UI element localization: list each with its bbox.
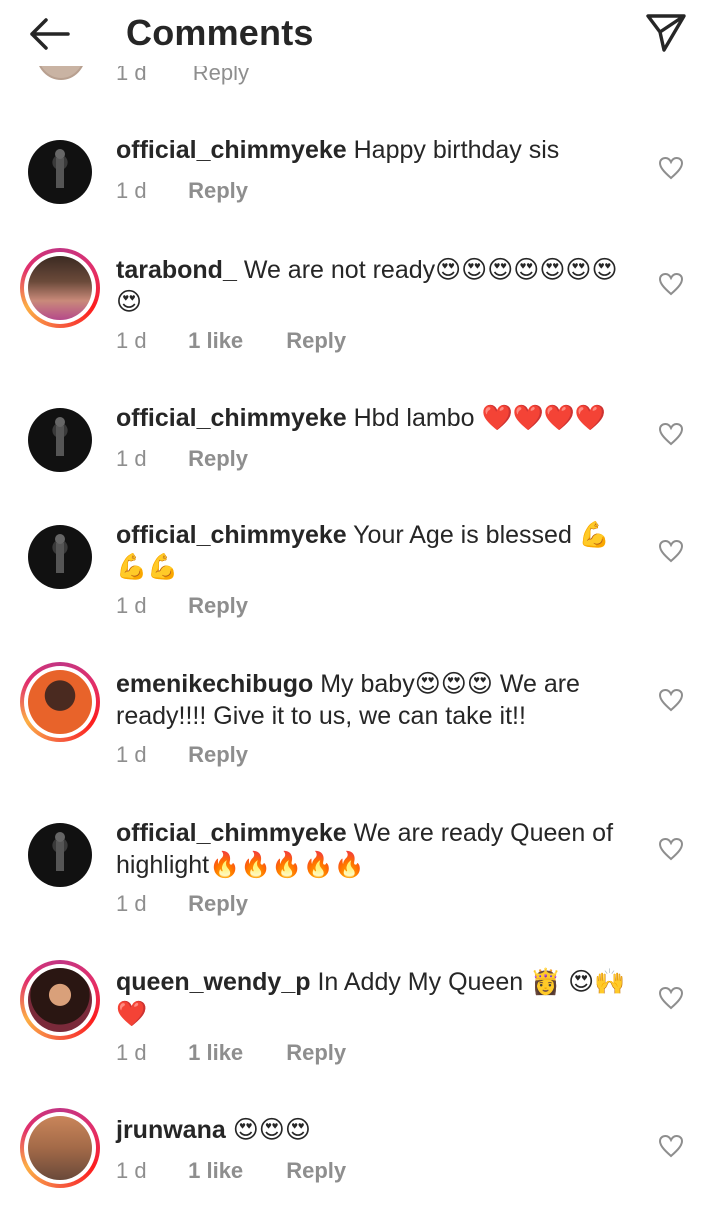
comment-username[interactable]: jrunwana	[116, 1116, 226, 1144]
heart-icon[interactable]	[658, 156, 684, 180]
comment-meta: 1 d 1 like Reply	[116, 1158, 346, 1184]
avatar[interactable]	[20, 662, 100, 742]
header-bar: Comments	[0, 0, 720, 66]
comment-time: 1 d	[116, 1040, 147, 1065]
comment-time: 1 d	[116, 446, 147, 471]
comment-message: Happy birthday sis	[353, 136, 560, 164]
comment-time: 1 d	[116, 742, 147, 767]
share-button[interactable]	[644, 10, 688, 54]
reply-link[interactable]: Reply	[188, 178, 248, 203]
heart-icon[interactable]	[658, 422, 684, 446]
reply-link[interactable]: Reply	[188, 891, 248, 916]
avatar[interactable]	[20, 248, 100, 328]
heart-icon[interactable]	[658, 272, 684, 296]
comment-time: 1 d	[116, 178, 147, 203]
comment-time: 1 d	[116, 593, 147, 618]
reply-link[interactable]: Reply	[188, 593, 248, 618]
comment-meta: 1 d Reply	[116, 446, 248, 472]
back-button[interactable]	[26, 14, 72, 54]
avatar[interactable]	[20, 960, 100, 1040]
heart-icon[interactable]	[658, 1134, 684, 1158]
comment-meta: 1 d Reply	[116, 178, 248, 204]
avatar[interactable]	[20, 815, 100, 895]
comment-text: official_chimmyeke Your Age is blessed 💪…	[116, 519, 636, 583]
comment-username[interactable]: official_chimmyeke	[116, 136, 347, 164]
comment-time: 1 d	[116, 891, 147, 916]
comment-text: official_chimmyeke Hbd lambo ❤️❤️❤️❤️	[116, 402, 636, 434]
reply-link[interactable]: Reply	[188, 446, 248, 471]
heart-icon[interactable]	[658, 986, 684, 1010]
heart-icon[interactable]	[658, 837, 684, 861]
comment-message: 😍😍😍	[232, 1116, 311, 1144]
comment-meta: 1 d 1 like Reply	[116, 328, 346, 354]
comment-likes[interactable]: 1 like	[188, 1040, 280, 1066]
avatar[interactable]	[20, 1108, 100, 1188]
reply-link[interactable]: Reply	[286, 1158, 346, 1183]
comment-meta: 1 d Reply	[116, 742, 248, 768]
comment-text: official_chimmyeke Happy birthday sis	[116, 134, 636, 166]
arrow-left-icon	[30, 18, 70, 50]
comment-text: official_chimmyeke We are ready Queen of…	[116, 817, 636, 881]
reply-link[interactable]: Reply	[188, 742, 248, 767]
paper-plane-icon	[646, 14, 686, 52]
heart-icon[interactable]	[658, 688, 684, 712]
comment-username[interactable]: emenikechibugo	[116, 670, 313, 698]
comment-username[interactable]: official_chimmyeke	[116, 521, 347, 549]
heart-icon[interactable]	[658, 539, 684, 563]
avatar[interactable]	[20, 400, 100, 480]
avatar[interactable]	[20, 132, 100, 212]
comment-message: Hbd lambo ❤️❤️❤️❤️	[353, 404, 606, 432]
comment-likes[interactable]: 1 like	[188, 328, 280, 354]
comment-text: jrunwana 😍😍😍	[116, 1114, 636, 1146]
comment-meta: 1 d 1 like Reply	[116, 1040, 346, 1066]
comment-time: 1 d	[116, 1158, 147, 1183]
comment-meta: 1 d Reply	[116, 593, 248, 619]
reply-link[interactable]: Reply	[286, 328, 346, 353]
reply-link[interactable]: Reply	[286, 1040, 346, 1065]
comment-time: 1 d	[116, 328, 147, 353]
comment-likes[interactable]: 1 like	[188, 1158, 280, 1184]
comment-text: tarabond_ We are not ready😍😍😍😍😍😍😍😍	[116, 254, 636, 318]
comment-username[interactable]: tarabond_	[116, 256, 237, 284]
comment-text: emenikechibugo My baby😍😍😍 We are ready!!…	[116, 668, 636, 732]
comment-username[interactable]: queen_wendy_p	[116, 968, 311, 996]
comment-username[interactable]: official_chimmyeke	[116, 404, 347, 432]
avatar[interactable]	[20, 517, 100, 597]
comment-username[interactable]: official_chimmyeke	[116, 819, 347, 847]
comment-meta: 1 d Reply	[116, 891, 248, 917]
comment-text: queen_wendy_p In Addy My Queen 👸 😍🙌❤️	[116, 966, 636, 1030]
page-title: Comments	[126, 12, 314, 53]
